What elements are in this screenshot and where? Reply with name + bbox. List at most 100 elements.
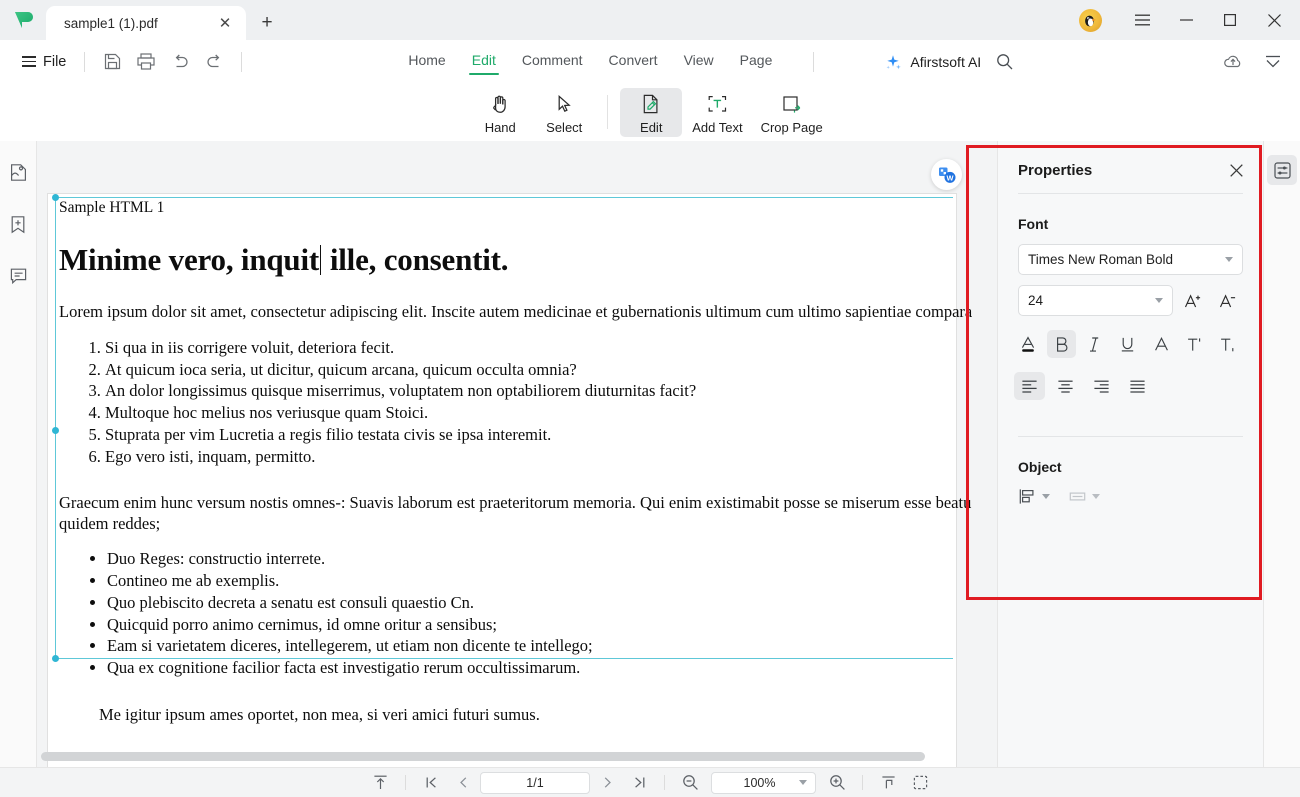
tab-view[interactable]: View	[673, 48, 725, 75]
page-number-input[interactable]: 1/1	[480, 771, 590, 794]
underline-icon[interactable]	[1114, 330, 1142, 358]
divider	[862, 775, 863, 790]
previous-page-icon[interactable]	[448, 771, 478, 795]
zoom-out-icon[interactable]	[675, 771, 705, 795]
document-content: Sample HTML 1 Minime vero, inquit ille, …	[59, 198, 972, 725]
document-paragraph-2-line-1: Graecum enim hunc versum nostis omnes-: …	[59, 492, 972, 512]
first-page-icon[interactable]	[416, 771, 446, 795]
afirstsoft-ai-button[interactable]: Afirstsoft AI	[884, 53, 981, 71]
resize-handle-middle[interactable]	[52, 427, 59, 434]
bold-icon[interactable]	[1047, 330, 1076, 358]
window-controls	[1079, 0, 1300, 40]
document-viewer[interactable]: W Sample HTML 1 Minime vero, inquit ille…	[37, 141, 997, 767]
comment-icon[interactable]	[3, 261, 33, 291]
align-objects-button[interactable]	[1018, 487, 1050, 506]
zoom-level-select[interactable]: 100%	[711, 771, 816, 794]
tool-hand[interactable]: Hand	[469, 88, 531, 137]
document-subtitle: Sample HTML 1	[59, 199, 165, 216]
last-page-icon[interactable]	[624, 771, 654, 795]
scroll-to-top-icon[interactable]	[365, 771, 395, 795]
document-paragraph-2-line-2: quidem reddes;	[59, 513, 161, 533]
tool-edit[interactable]: Edit	[620, 87, 683, 137]
properties-panel: Properties Font Times New Roman Bold 24	[997, 141, 1263, 767]
font-family-select[interactable]: Times New Roman Bold	[1018, 244, 1243, 275]
horizontal-scrollbar-thumb[interactable]	[41, 752, 925, 761]
thumbnails-icon[interactable]	[3, 157, 33, 187]
tool-crop-page[interactable]: Crop Page	[753, 88, 831, 137]
file-menu-button[interactable]: File	[14, 50, 74, 74]
document-page[interactable]: Sample HTML 1 Minime vero, inquit ille, …	[48, 194, 972, 767]
search-icon[interactable]	[987, 47, 1021, 77]
italic-icon[interactable]	[1081, 330, 1109, 358]
document-tab[interactable]: sample1 (1).pdf ✕	[46, 6, 246, 40]
divider	[607, 95, 609, 129]
tab-comment[interactable]: Comment	[511, 48, 594, 75]
tab-page[interactable]: Page	[729, 48, 784, 75]
tool-add-text[interactable]: Add Text	[684, 88, 750, 137]
print-icon[interactable]	[129, 47, 163, 77]
strikethrough-icon[interactable]	[1147, 330, 1175, 358]
align-center-icon[interactable]	[1050, 372, 1081, 400]
left-rail	[0, 141, 37, 797]
fit-width-icon[interactable]	[873, 771, 903, 795]
tab-edit[interactable]: Edit	[461, 48, 507, 75]
minimize-icon[interactable]	[1164, 1, 1208, 39]
align-left-icon[interactable]	[1014, 372, 1045, 400]
increase-font-size-icon[interactable]	[1177, 285, 1208, 316]
divider	[1018, 436, 1243, 437]
title-bar: sample1 (1).pdf ✕ +	[0, 0, 1300, 40]
divider	[813, 51, 815, 72]
document-bullet-list: Duo Reges: constructio interrete. Contin…	[107, 548, 956, 679]
align-justify-icon[interactable]	[1122, 372, 1153, 400]
maximize-icon[interactable]	[1208, 1, 1252, 39]
tab-convert[interactable]: Convert	[598, 48, 669, 75]
list-item: Quicquid porro animo cernimus, id omne o…	[107, 614, 956, 636]
font-style-row	[1014, 330, 1247, 358]
redo-icon[interactable]	[197, 47, 231, 77]
cloud-upload-icon[interactable]	[1216, 47, 1250, 77]
zoom-in-icon[interactable]	[822, 771, 852, 795]
sparkle-icon	[884, 53, 902, 71]
resize-handle-bottom[interactable]	[52, 655, 59, 662]
superscript-icon[interactable]	[1180, 330, 1208, 358]
font-size-select[interactable]: 24	[1018, 285, 1174, 316]
close-icon[interactable]	[1252, 1, 1296, 39]
object-distribute-button[interactable]	[1068, 487, 1100, 506]
chevron-down-icon	[1155, 298, 1164, 303]
properties-panel-icon[interactable]	[1267, 155, 1297, 185]
chevron-down-icon	[1042, 494, 1050, 499]
divider	[405, 775, 406, 790]
document-closing-line: Me igitur ipsum ames oportet, non mea, s…	[99, 704, 540, 724]
tool-crop-page-label: Crop Page	[760, 119, 823, 135]
chevron-down-icon	[799, 780, 807, 785]
horizontal-scrollbar[interactable]	[41, 752, 991, 761]
afirstsoft-ai-label: Afirstsoft AI	[910, 53, 982, 70]
close-icon[interactable]	[1225, 159, 1247, 181]
save-icon[interactable]	[95, 47, 129, 77]
divider	[241, 51, 243, 72]
tab-title: sample1 (1).pdf	[64, 15, 158, 31]
object-tools-row	[1018, 487, 1263, 506]
list-item: Ego vero isti, inquam, permitto.	[105, 446, 956, 468]
resize-handle-top[interactable]	[52, 194, 59, 201]
page-number-value: 1/1	[526, 775, 544, 790]
paragraph-align-row	[1014, 372, 1247, 400]
puffin-avatar-icon[interactable]	[1079, 8, 1102, 32]
next-page-icon[interactable]	[592, 771, 622, 795]
undo-icon[interactable]	[163, 47, 197, 77]
close-icon[interactable]: ✕	[214, 12, 236, 34]
align-right-icon[interactable]	[1086, 372, 1117, 400]
list-item: Eam si varietatem diceres, intellegerem,…	[107, 635, 956, 657]
bookmark-add-icon[interactable]	[3, 209, 33, 239]
tab-home[interactable]: Home	[397, 48, 456, 75]
subscript-icon[interactable]	[1214, 330, 1242, 358]
tool-select[interactable]: Select	[533, 88, 595, 137]
convert-to-word-icon[interactable]: W	[931, 159, 962, 190]
collapse-ribbon-icon[interactable]	[1256, 47, 1290, 77]
fit-page-icon[interactable]	[905, 771, 935, 795]
font-color-icon[interactable]	[1014, 330, 1042, 358]
decrease-font-size-icon[interactable]	[1212, 285, 1243, 316]
plus-icon[interactable]: +	[250, 6, 284, 40]
object-distribute-icon	[1068, 487, 1087, 506]
hamburger-menu-icon[interactable]	[1120, 1, 1164, 39]
